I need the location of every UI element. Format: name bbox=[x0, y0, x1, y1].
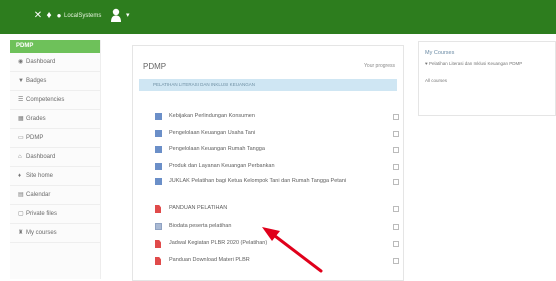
arrow-shaft bbox=[273, 234, 323, 273]
annotation-arrow bbox=[262, 227, 323, 273]
